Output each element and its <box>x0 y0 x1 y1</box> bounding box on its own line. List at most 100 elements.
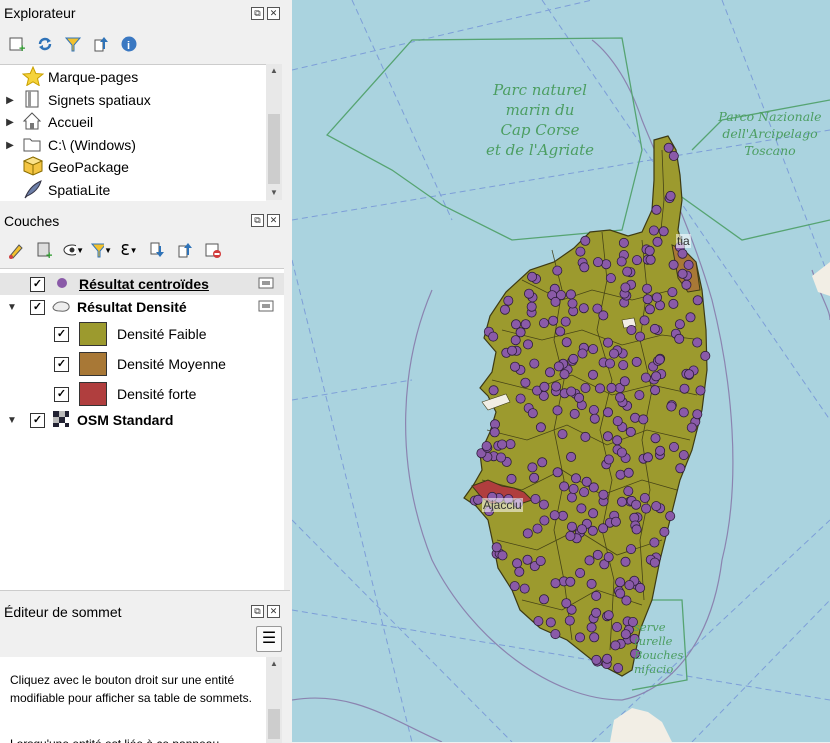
collapse-arrow-icon[interactable]: ▼ <box>6 415 18 426</box>
close-panel-button[interactable]: ✕ <box>267 7 280 20</box>
refresh-icon[interactable] <box>34 33 56 55</box>
centroid-point <box>695 385 706 396</box>
filter-icon[interactable] <box>62 33 84 55</box>
centroid-point <box>588 344 599 355</box>
explorer-item-home[interactable]: ▶ Accueil <box>0 111 93 133</box>
class-row-faible[interactable]: ✓ Densité Faible <box>0 321 207 347</box>
centroid-point <box>622 266 633 277</box>
centroid-point <box>591 607 602 618</box>
class-checkbox[interactable]: ✓ <box>54 356 69 372</box>
explorer-scrollbar[interactable]: ▲ ▼ <box>266 64 282 200</box>
scroll-up-icon[interactable]: ▲ <box>266 657 282 671</box>
expand-arrow-icon[interactable]: ▶ <box>4 140 16 151</box>
explorer-item-geopackage[interactable]: GeoPackage <box>0 155 129 178</box>
parc-corse-label: Parc naturel marin du Cap Corse et de l'… <box>485 81 595 159</box>
scrollbar-thumb[interactable] <box>268 709 280 739</box>
home-icon <box>22 111 48 134</box>
class-checkbox[interactable]: ✓ <box>54 386 69 402</box>
info-icon[interactable]: i <box>118 33 140 55</box>
layer-row-densite[interactable]: ▼ ✓ Résultat Densité <box>0 296 274 318</box>
centroid-point <box>624 580 635 591</box>
scroll-down-icon[interactable]: ▼ <box>266 186 282 200</box>
style-brush-icon[interactable] <box>6 239 28 261</box>
centroid-point <box>535 422 546 433</box>
float-panel-button[interactable]: ⧉ <box>251 214 264 227</box>
explorer-item-bookmarks[interactable]: Marque-pages <box>0 65 138 88</box>
centroid-point <box>665 190 676 201</box>
explorer-tree: Marque-pages ▶ Signets spatiaux ▶ Accuei… <box>0 64 266 201</box>
map-canvas[interactable]: Parc naturel marin du Cap Corse et de l'… <box>292 0 830 742</box>
add-selected-layers-icon[interactable]: + <box>6 33 28 55</box>
centroid-point <box>574 632 585 643</box>
layer-row-centroides[interactable]: ✓ Résultat centroïdes <box>0 273 284 295</box>
scrollbar-thumb[interactable] <box>268 114 280 184</box>
memory-layer-indicator-icon[interactable] <box>258 276 274 293</box>
centroid-point <box>644 245 655 256</box>
centroid-point <box>539 381 550 392</box>
centroid-point <box>522 528 533 539</box>
centroid-point <box>603 454 614 465</box>
centroid-point <box>618 360 629 371</box>
centroid-point <box>667 287 678 298</box>
remove-layer-icon[interactable] <box>202 239 224 261</box>
centroid-point <box>598 310 609 321</box>
float-panel-button[interactable]: ⧉ <box>251 605 264 618</box>
centroid-point <box>666 401 677 412</box>
class-checkbox[interactable]: ✓ <box>54 326 69 342</box>
close-panel-button[interactable]: ✕ <box>267 214 280 227</box>
centroid-point <box>654 354 665 365</box>
centroid-point <box>566 386 577 397</box>
svg-text:i: i <box>127 40 130 52</box>
island-coast <box>812 262 830 296</box>
centroid-point <box>631 255 642 266</box>
layer-row-osm[interactable]: ▼ ✓ OSM Standard <box>0 409 173 431</box>
centroid-point <box>675 463 686 474</box>
centroid-point <box>663 142 674 153</box>
centroid-point <box>579 262 590 273</box>
collapse-all-layers-icon[interactable] <box>174 239 196 261</box>
explorer-item-spatial-bookmarks[interactable]: ▶ Signets spatiaux <box>0 89 151 111</box>
centroid-point <box>588 508 599 519</box>
class-label: Densité forte <box>117 386 197 402</box>
centroid-point <box>598 523 609 534</box>
class-row-moyenne[interactable]: ✓ Densité Moyenne <box>0 351 226 377</box>
add-group-icon[interactable]: + <box>34 239 56 261</box>
color-swatch <box>79 382 107 406</box>
centroid-point <box>574 392 585 403</box>
expression-filter-icon[interactable]: ℇ ▼ <box>118 239 140 261</box>
centroid-point <box>548 315 559 326</box>
centroid-point <box>555 326 566 337</box>
collapse-all-icon[interactable] <box>90 33 112 55</box>
centroid-point <box>587 369 598 380</box>
expand-all-icon[interactable] <box>146 239 168 261</box>
float-panel-button[interactable]: ⧉ <box>251 7 264 20</box>
class-row-forte[interactable]: ✓ Densité forte <box>0 381 196 407</box>
vertex-editor-scrollbar[interactable]: ▲ <box>266 657 282 743</box>
collapse-arrow-icon[interactable]: ▼ <box>6 302 18 313</box>
expand-arrow-icon[interactable]: ▶ <box>4 95 16 106</box>
centroid-point <box>634 390 645 401</box>
centroid-point <box>644 304 655 315</box>
centroid-point <box>549 510 560 521</box>
scroll-up-icon[interactable]: ▲ <box>266 64 282 78</box>
centroid-point <box>616 256 627 267</box>
explorer-item-c-drive[interactable]: ▶ C:\ (Windows) <box>0 134 136 156</box>
centroid-point <box>497 439 508 450</box>
layer-checkbox[interactable]: ✓ <box>30 412 45 428</box>
close-panel-button[interactable]: ✕ <box>267 605 280 618</box>
filter-legend-icon[interactable]: ▼ <box>90 239 112 261</box>
memory-layer-indicator-icon[interactable] <box>258 299 274 316</box>
reserve-bonifacio-label: serve turelle Bouches nifacio <box>634 620 684 676</box>
centroid-point <box>578 303 589 314</box>
eye-visibility-icon[interactable]: ▼ <box>62 239 84 261</box>
layer-checkbox[interactable]: ✓ <box>30 276 45 292</box>
centroid-point <box>683 259 694 270</box>
layer-checkbox[interactable]: ✓ <box>30 299 45 315</box>
vertex-editor-menu-button[interactable]: ☰ <box>256 626 282 652</box>
centroid-point <box>603 610 614 621</box>
expand-arrow-icon[interactable]: ▶ <box>4 117 16 128</box>
centroid-point <box>568 353 579 364</box>
centroid-point <box>603 552 614 563</box>
centroid-point <box>686 422 697 433</box>
explorer-item-spatialite[interactable]: SpatiaLite <box>0 179 110 201</box>
